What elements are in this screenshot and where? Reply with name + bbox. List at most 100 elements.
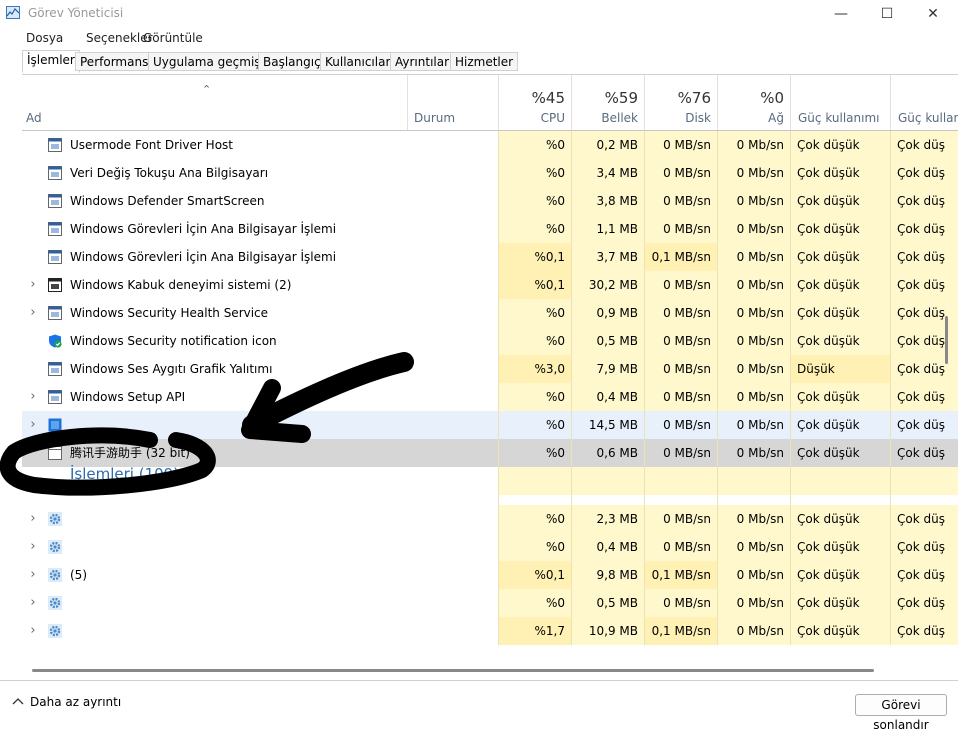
network-cell: 0 Mb/sn [717, 411, 790, 439]
table-row[interactable]: Windows Security notification icon %0 0,5 … [22, 327, 958, 355]
table-row[interactable]: Windows Ses Aygıtı Grafik Yalıtımı %3,0 7,… [22, 355, 958, 383]
horizontal-scrollbar[interactable] [22, 668, 940, 676]
gear-icon [48, 624, 62, 638]
col-name[interactable]: Ad [22, 75, 407, 130]
tab-performance[interactable]: Performans [75, 52, 154, 71]
memory-cell: 7,9 MB [571, 355, 644, 383]
network-cell: 0 Mb/sn [717, 299, 790, 327]
network-cell: 0 Mb/sn [717, 327, 790, 355]
maximize-icon: ☐ [880, 5, 894, 22]
chevron-right-icon[interactable]: › [26, 411, 40, 439]
table-row[interactable]: › %0 14,5 MB 0 MB/sn 0 Mb/sn Çok düşük Çok düş [22, 411, 958, 439]
tab-startup[interactable]: Başlangıç [258, 52, 326, 71]
vertical-scroll-thumb[interactable] [945, 316, 948, 364]
chevron-right-icon[interactable]: › [26, 383, 40, 411]
tab-processes[interactable]: İşlemler [22, 50, 80, 73]
disk-cell: 0 MB/sn [663, 446, 711, 460]
table-row[interactable]: › %0 0,5 MB 0 MB/sn 0 Mb/sn Çok düşük Çok düş [22, 589, 958, 617]
col-cpu[interactable]: %45 CPU [498, 75, 571, 130]
chevron-right-icon[interactable]: › [26, 299, 40, 327]
process-name: 腾讯手游助手 (32 bit) [70, 446, 190, 460]
table-row[interactable]: Windows Defender SmartScreen %0 3,8 MB 0 MB… [22, 187, 958, 215]
column-separator [790, 131, 791, 645]
table-row[interactable]: › %1,7 10,9 MB 0,1 MB/sn 0 Mb/sn Çok düşük Çok… [22, 617, 958, 645]
col-network[interactable]: %0 Ağ [717, 75, 790, 130]
process-name: Veri Değiş Tokuşu Ana Bilgisayarı [70, 166, 269, 180]
table-row[interactable]: › %0 0,4 MB 0 MB/sn 0 Mb/sn Çok düşük Çok düş [22, 533, 958, 561]
col-disk[interactable]: %76 Disk [644, 75, 717, 130]
chevron-right-icon[interactable]: › [26, 589, 40, 617]
cpu-cell: %0 [498, 215, 571, 243]
close-button[interactable]: ✕ [910, 0, 956, 27]
chevron-right-icon[interactable]: › [26, 271, 40, 299]
memory-cell: 9,8 MB [571, 561, 644, 589]
maximize-button[interactable]: ☐ [864, 0, 910, 27]
power-cell: Çok düşük [790, 505, 890, 533]
disk-cell: 0 MB/sn [644, 215, 717, 243]
power-cell: Çok düşük [790, 589, 890, 617]
network-cell: 0 Mb/sn [717, 355, 790, 383]
table-row[interactable]: › %0 2,3 MB 0 MB/sn 0 Mb/sn Çok düşük Çok düş [22, 505, 958, 533]
tab-services[interactable]: Hizmetler [450, 52, 519, 71]
chevron-right-icon[interactable]: › [26, 533, 40, 561]
process-name: Windows Setup API [70, 390, 186, 404]
chevron-up-icon[interactable] [12, 697, 24, 705]
end-task-button[interactable]: Görevi sonlandır [855, 694, 947, 732]
menu-view[interactable]: Görüntüle [143, 31, 203, 45]
table-row[interactable]: › Windows Security Health Service %0 0,9 MB… [22, 299, 958, 327]
cpu-cell: %0 [498, 505, 571, 533]
fewer-details-link[interactable]: Daha az ayrıntı [30, 695, 121, 709]
table-row[interactable]: Usermode Font Driver Host %0 0,2 MB 0 MB/sn… [22, 131, 958, 159]
gear-icon [48, 568, 62, 582]
disk-cell: 0 MB/sn [644, 411, 717, 439]
minimize-button[interactable]: — [818, 0, 864, 27]
cpu-cell: %0,1 [498, 243, 571, 271]
window-title: Görev Yöneticisi [28, 6, 124, 20]
power-cell: Düşük [790, 355, 890, 383]
table-row[interactable]: Windows Görevleri İçin Ana Bilgisayar İş… [22, 243, 958, 271]
col-power[interactable]: Güç kullanımı [790, 75, 890, 130]
col-memory[interactable]: %59 Bellek [571, 75, 644, 130]
memory-cell: 0,2 MB [571, 131, 644, 159]
network-cell: 0 Mb/sn [717, 271, 790, 299]
app-blue-icon [48, 418, 62, 432]
table-row[interactable]: › Windows Kabuk deneyimi sistemi (2) %0,1 3… [22, 271, 958, 299]
table-row[interactable]: › (5) %0,1 9,8 MB 0,1 MB/sn 0 Mb/sn Çok düşük Ç… [22, 561, 958, 589]
group-header-row[interactable]: İşlemleri (109) [22, 465, 958, 495]
tab-app-history[interactable]: Uygulama geçmişi [148, 52, 269, 71]
chevron-right-icon[interactable]: › [26, 617, 40, 645]
network-cell: 0 Mb/sn [717, 131, 790, 159]
gear-icon [48, 596, 62, 610]
table-row[interactable]: Veri Değiş Tokuşu Ana Bilgisayarı %0 3,4 M… [22, 159, 958, 187]
table-row[interactable]: › Windows Setup API %0 0,4 MB 0 MB/sn 0 Mb/sn… [22, 383, 958, 411]
table-row[interactable]: 腾讯手游助手 (32 bit) %0 0,6 MB 0 MB/sn 0 Mb/sn Çok… [22, 439, 958, 467]
network-cell: 0 Mb/sn [717, 187, 790, 215]
group-title: İşlemleri (109) [70, 465, 180, 483]
chevron-right-icon[interactable]: › [26, 561, 40, 589]
process-name: (5) [70, 568, 87, 582]
window-icon [48, 390, 62, 404]
tab-users[interactable]: Kullanıcılar [320, 52, 396, 71]
table-row[interactable]: Windows Görevleri İçin Ana Bilgisayar İş… [22, 215, 958, 243]
cpu-cell: %0 [498, 131, 571, 159]
power-cell: Çok düşük [797, 446, 860, 460]
cpu-cell: %0,1 [498, 561, 571, 589]
menu-file[interactable]: Dosya [26, 31, 63, 45]
process-name: Windows Kabuk deneyimi sistemi (2) [70, 278, 292, 292]
horizontal-scroll-thumb[interactable] [32, 669, 874, 672]
disk-cell: 0,1 MB/sn [644, 561, 717, 589]
col-power-trend[interactable]: Güç kullanı [890, 75, 958, 130]
vertical-scrollbar[interactable] [940, 130, 952, 665]
window-icon [48, 222, 62, 236]
memory-cell: 2,3 MB [571, 505, 644, 533]
power-cell: Çok düşük [790, 131, 890, 159]
disk-cell: 0,1 MB/sn [644, 243, 717, 271]
chevron-right-icon[interactable]: › [26, 505, 40, 533]
cpu-cell: %3,0 [498, 355, 571, 383]
column-separator [498, 131, 499, 645]
cpu-cell: %0 [498, 299, 571, 327]
col-status[interactable]: Durum [407, 75, 498, 130]
cpu-cell: %0 [498, 383, 571, 411]
power-cell: Çok düşük [790, 411, 890, 439]
tab-details[interactable]: Ayrıntılar [390, 52, 455, 71]
